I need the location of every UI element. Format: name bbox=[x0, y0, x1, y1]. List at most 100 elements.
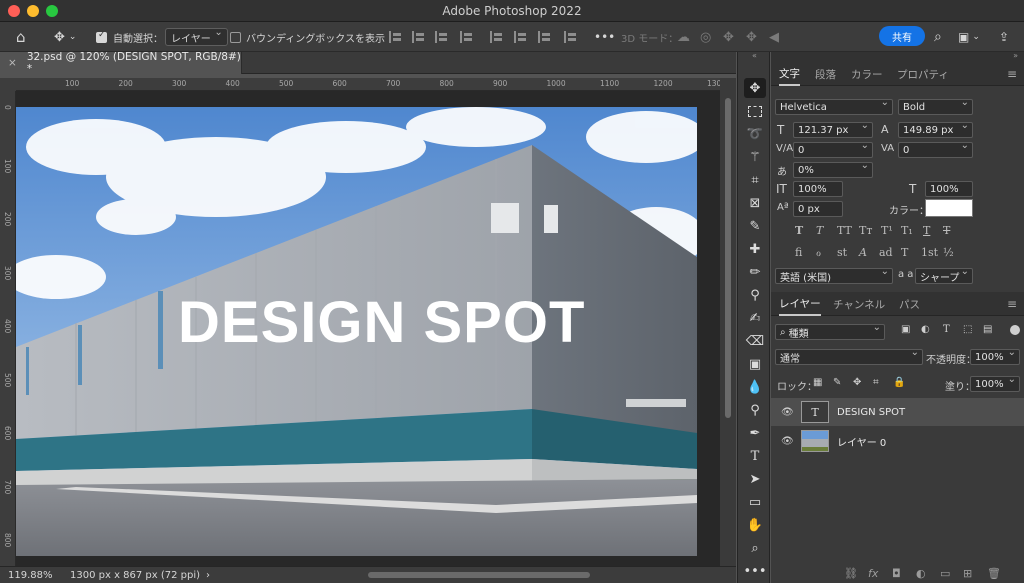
font-style-dropdown[interactable]: Bold bbox=[898, 97, 973, 115]
eyedropper-tool[interactable]: ✎ bbox=[744, 216, 766, 236]
filter-smart-object-icon[interactable]: ▤ bbox=[983, 324, 992, 335]
bounding-box-checkbox[interactable] bbox=[230, 22, 241, 52]
all-caps-button[interactable]: TT bbox=[837, 224, 852, 237]
visibility-eye-icon[interactable]: 👁 bbox=[781, 436, 794, 447]
vertical-scroll-thumb[interactable] bbox=[725, 98, 731, 418]
document-tab[interactable]: × 32.psd @ 120% (DESIGN SPOT, RGB/8#) * bbox=[0, 51, 242, 75]
frame-tool[interactable]: ⊠ bbox=[744, 193, 766, 213]
horizontal-scrollbar[interactable] bbox=[240, 570, 720, 580]
document-canvas[interactable]: DESIGN SPOT bbox=[16, 107, 697, 556]
tab-channels[interactable]: チャンネル bbox=[833, 292, 885, 316]
history-brush-tool[interactable]: ✍ bbox=[744, 308, 766, 328]
dodge-tool[interactable]: ⚲ bbox=[744, 400, 766, 420]
canvas-text-layer[interactable]: DESIGN SPOT bbox=[178, 289, 585, 356]
lasso-tool[interactable]: ➰ bbox=[744, 124, 766, 144]
export-icon[interactable]: ⇪ bbox=[999, 22, 1009, 52]
canvas-area[interactable]: DESIGN SPOT bbox=[16, 91, 720, 566]
font-size-field[interactable]: 121.37 px bbox=[793, 120, 873, 138]
tab-color[interactable]: カラー bbox=[851, 62, 883, 86]
antialias-dropdown[interactable]: シャープ bbox=[915, 266, 973, 284]
baseline-field[interactable]: 0 px bbox=[793, 201, 843, 217]
align-hcenter-icon[interactable] bbox=[412, 22, 424, 52]
fill-field[interactable]: 100% bbox=[970, 374, 1020, 392]
layers-panel-menu-icon[interactable]: ≡ bbox=[1007, 292, 1017, 316]
more-tool[interactable]: ••• bbox=[744, 561, 767, 581]
opacity-field[interactable]: 100% bbox=[970, 347, 1020, 365]
tab-paths[interactable]: パス bbox=[899, 292, 920, 316]
old-style-button[interactable]: ℴ bbox=[816, 246, 821, 259]
align-right-icon[interactable] bbox=[435, 22, 447, 52]
discretionary-ligatures-button[interactable]: st bbox=[837, 246, 847, 259]
adjustment-layer-icon[interactable]: ◐ bbox=[916, 567, 926, 580]
zoom-level[interactable]: 119.88% bbox=[8, 570, 53, 581]
search-icon[interactable]: ⌕ bbox=[934, 22, 942, 52]
underline-button[interactable]: T bbox=[923, 224, 930, 237]
new-group-folder-icon[interactable]: ▭ bbox=[940, 567, 950, 580]
tab-character[interactable]: 文字 bbox=[779, 62, 800, 86]
type-tool[interactable]: T bbox=[744, 446, 766, 466]
home-icon[interactable]: ⌂ bbox=[16, 22, 26, 52]
blur-tool[interactable]: 💧 bbox=[744, 377, 766, 397]
filter-adjustment-icon[interactable]: ◐ bbox=[921, 324, 930, 335]
align-vcenter-icon[interactable] bbox=[514, 22, 526, 52]
new-layer-icon[interactable]: ⊞ bbox=[963, 567, 972, 580]
tab-properties[interactable]: プロパティ bbox=[897, 62, 949, 86]
align-left-icon[interactable] bbox=[389, 22, 401, 52]
lock-all-icon[interactable]: 🔒 bbox=[893, 377, 905, 388]
font-family-dropdown[interactable]: Helvetica bbox=[775, 97, 893, 115]
align-bottom-icon[interactable] bbox=[538, 22, 550, 52]
superscript-button[interactable]: T¹ bbox=[881, 224, 893, 237]
small-caps-button[interactable]: Tт bbox=[859, 224, 872, 237]
subscript-button[interactable]: T₁ bbox=[901, 224, 913, 237]
filter-pixel-icon[interactable]: ▣ bbox=[901, 324, 910, 335]
close-tab-icon[interactable]: × bbox=[8, 57, 17, 69]
crop-tool[interactable]: ⌗ bbox=[744, 170, 766, 190]
rectangle-tool[interactable]: ▭ bbox=[744, 492, 766, 512]
tracking-field[interactable]: 0 bbox=[898, 140, 973, 158]
eraser-tool[interactable]: ⌫ bbox=[744, 331, 766, 351]
status-menu-arrow[interactable]: › bbox=[206, 570, 210, 581]
share-button[interactable]: 共有 bbox=[879, 26, 925, 46]
fx-icon[interactable]: fx bbox=[868, 567, 878, 580]
filter-type-icon[interactable]: T bbox=[943, 324, 950, 335]
lock-transparent-icon[interactable]: ▦ bbox=[813, 377, 822, 388]
strikethrough-button[interactable]: T bbox=[943, 224, 950, 237]
horizontal-scroll-thumb[interactable] bbox=[368, 572, 590, 578]
titling-alternates-button[interactable]: T bbox=[901, 246, 908, 259]
collapse-panels-icon[interactable]: » bbox=[771, 52, 1024, 62]
auto-select-dropdown[interactable]: レイヤー bbox=[165, 27, 228, 46]
stamp-tool[interactable]: ⚲ bbox=[744, 285, 766, 305]
leading-field[interactable]: 149.89 px bbox=[898, 120, 973, 138]
path-select-tool[interactable]: ➤ bbox=[744, 469, 766, 489]
marquee-tool[interactable] bbox=[744, 101, 766, 121]
text-color-swatch[interactable] bbox=[925, 199, 973, 217]
faux-italic-button[interactable]: T bbox=[816, 224, 823, 237]
language-dropdown[interactable]: 英語 (米国) bbox=[775, 266, 893, 284]
delete-layer-trash-icon[interactable]: 🗑 bbox=[987, 567, 1001, 580]
stylistic-alternates-button[interactable]: ad bbox=[879, 246, 893, 259]
layer-name[interactable]: DESIGN SPOT bbox=[837, 407, 905, 418]
ligatures-button[interactable]: fi bbox=[795, 246, 802, 259]
auto-select-checkbox[interactable] bbox=[96, 22, 107, 52]
distribute-icon[interactable] bbox=[460, 22, 472, 52]
filter-toggle[interactable] bbox=[1010, 325, 1020, 335]
hand-tool[interactable]: ✋ bbox=[744, 515, 766, 535]
lock-artboard-icon[interactable]: ⌗ bbox=[873, 377, 879, 388]
more-options-icon[interactable]: ••• bbox=[594, 22, 615, 52]
panel-menu-icon[interactable]: ≡ bbox=[1007, 62, 1017, 86]
vertical-scrollbar[interactable] bbox=[720, 78, 736, 566]
visibility-eye-icon[interactable]: 👁 bbox=[781, 407, 794, 418]
brush-tool[interactable]: ✏ bbox=[744, 262, 766, 282]
tsume-field[interactable]: 0% bbox=[793, 160, 873, 178]
zoom-tool[interactable]: ⌕ bbox=[744, 538, 766, 558]
link-layers-icon[interactable]: ⛓ bbox=[844, 567, 858, 580]
filter-shape-icon[interactable]: ⬚ bbox=[963, 324, 972, 335]
add-mask-icon[interactable]: ◘ bbox=[892, 567, 901, 580]
fractions-button[interactable]: ½ bbox=[943, 246, 954, 259]
kerning-field[interactable]: 0 bbox=[793, 140, 873, 158]
blend-mode-dropdown[interactable]: 通常 bbox=[775, 347, 923, 365]
collapse-toolbar-icon[interactable]: « bbox=[738, 52, 771, 62]
horizontal-scale-field[interactable]: 100% bbox=[925, 181, 973, 197]
align-top-icon[interactable] bbox=[490, 22, 502, 52]
pen-tool[interactable]: ✒ bbox=[744, 423, 766, 443]
